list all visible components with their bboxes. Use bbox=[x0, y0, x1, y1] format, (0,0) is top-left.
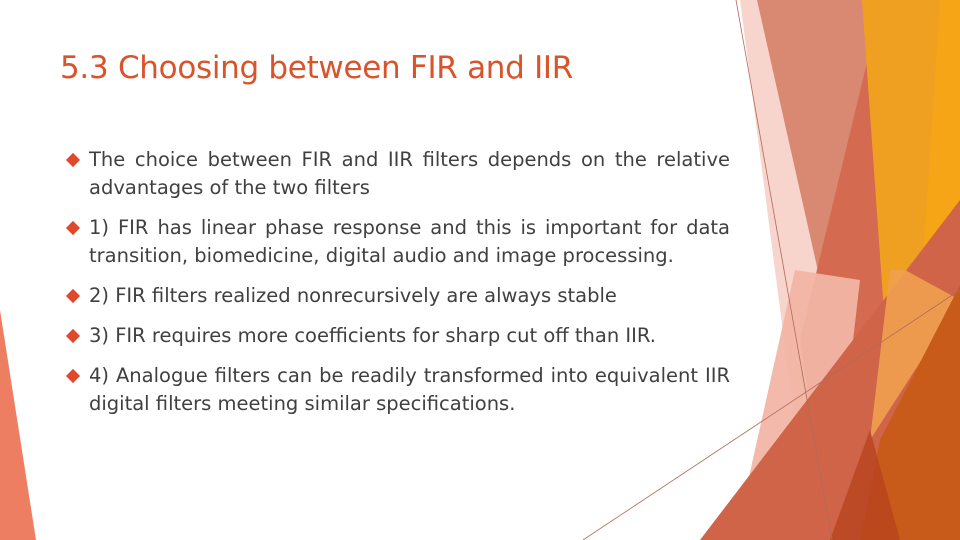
slide-title: 5.3 Choosing between FIR and IIR bbox=[60, 50, 573, 86]
bullet-item: 2) FIR filters realized nonrecursively a… bbox=[65, 282, 730, 310]
bullet-item: 1) FIR has linear phase response and thi… bbox=[65, 214, 730, 270]
bullet-text: 4) Analogue filters can be readily trans… bbox=[89, 364, 730, 415]
bullet-list: The choice between FIR and IIR filters d… bbox=[65, 146, 730, 430]
bullet-item: The choice between FIR and IIR filters d… bbox=[65, 146, 730, 202]
bullet-text: The choice between FIR and IIR filters d… bbox=[89, 148, 730, 199]
bullet-item: 4) Analogue filters can be readily trans… bbox=[65, 362, 730, 418]
bullet-item: 3) FIR requires more coefficients for sh… bbox=[65, 322, 730, 350]
bullet-text: 2) FIR filters realized nonrecursively a… bbox=[89, 284, 617, 307]
bullet-text: 3) FIR requires more coefficients for sh… bbox=[89, 324, 656, 347]
bullet-text: 1) FIR has linear phase response and thi… bbox=[89, 216, 730, 267]
left-wedge-shape bbox=[0, 310, 36, 540]
